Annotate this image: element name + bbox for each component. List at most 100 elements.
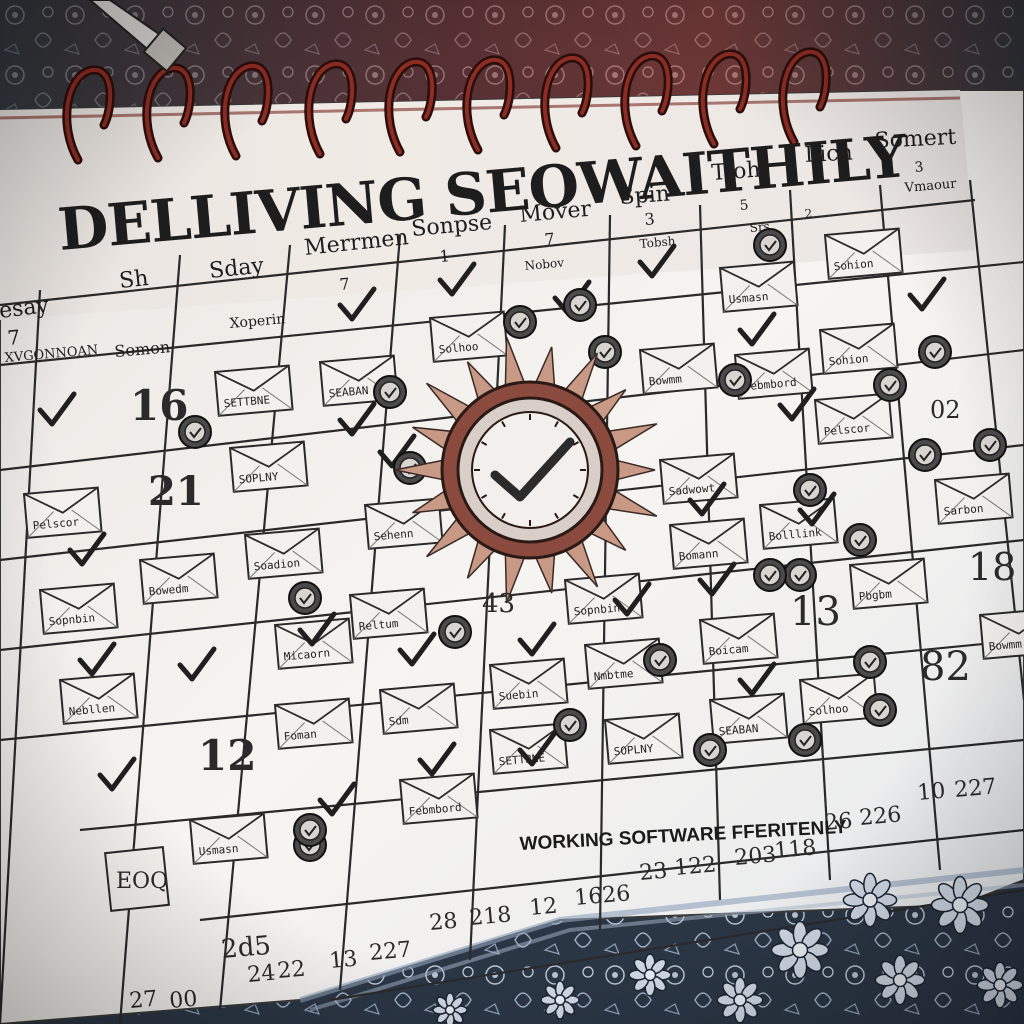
envelope-label: Sdm	[388, 714, 409, 729]
flower-icon	[716, 976, 764, 1024]
pin-icon	[863, 693, 897, 727]
stamp-label: EOQ	[116, 869, 168, 894]
pin-icon	[843, 523, 877, 557]
envelope-icon: SETTBNE	[213, 364, 294, 417]
envelope-icon: Usmasn	[718, 260, 799, 313]
day-number: 18	[968, 545, 1016, 589]
envelope-icon: Reltum	[348, 587, 429, 640]
day-number: 12	[198, 731, 256, 780]
day-number: 16	[130, 381, 188, 430]
envelope-icon: Febmbord	[398, 772, 479, 825]
flower-icon	[770, 920, 830, 980]
cell-text: 2	[804, 206, 813, 221]
envelope-icon: Bowedm	[138, 552, 219, 605]
pin-icon	[718, 363, 752, 397]
cell-text: 3	[644, 209, 656, 229]
bottom-number: 00	[168, 987, 198, 1014]
day-number: 21	[148, 468, 204, 515]
pin-icon	[503, 305, 537, 339]
pin-icon	[563, 288, 597, 322]
pin-icon	[693, 733, 727, 767]
cell-text: 1	[439, 246, 451, 266]
envelope-icon: Sdm	[378, 682, 459, 735]
envelope-icon: Pbgbm	[848, 557, 929, 610]
bottom-number: 122	[673, 852, 717, 881]
pin-icon	[438, 615, 472, 649]
bottom-number: 227	[953, 774, 997, 803]
envelope-icon: Sohion	[823, 227, 904, 280]
bottom-number: 23	[638, 859, 668, 886]
flower-icon	[874, 954, 926, 1006]
envelope-icon: SEABAN	[708, 692, 789, 745]
cell-text: 7	[544, 229, 556, 249]
envelope-icon: Sopnbin	[38, 582, 119, 635]
weekday-label: Lich	[804, 141, 853, 168]
envelope-icon: Pelscor	[22, 486, 103, 539]
pin-icon	[908, 438, 942, 472]
envelope-icon: Suebin	[488, 657, 569, 710]
weekday-label: Sh	[118, 266, 150, 294]
cell-text: 7	[339, 274, 351, 294]
cell-text: 5	[739, 197, 749, 214]
flower-icon	[842, 872, 898, 928]
bottom-number: 226	[858, 802, 902, 831]
day-number: 82	[920, 644, 971, 690]
day-number: 13	[790, 589, 841, 635]
envelope-icon: Sarbon	[933, 472, 1014, 525]
flower-icon	[432, 992, 468, 1024]
pin-icon	[288, 581, 322, 615]
pin-icon	[753, 228, 787, 262]
flower-icon	[976, 961, 1024, 1009]
envelope-icon: Bomann	[668, 517, 749, 570]
envelope-icon: Boicam	[698, 612, 779, 665]
pin-icon	[873, 368, 907, 402]
envelope-icon: Soadion	[243, 527, 324, 580]
calendar-stamp: EOQ	[104, 846, 170, 912]
bottom-number: 218	[468, 902, 512, 931]
bottom-number: 2d5	[220, 931, 272, 965]
flower-icon	[540, 980, 580, 1020]
envelope-icon: Sadwowt	[658, 452, 739, 505]
envelope-icon: Sohion	[818, 322, 899, 375]
bottom-number: 227	[368, 937, 412, 966]
envelope-icon: Nebllen	[58, 672, 139, 725]
day-number: 02	[930, 396, 961, 424]
cell-text: 7	[6, 325, 21, 350]
envelope-icon: SOPLNY	[603, 712, 684, 765]
bottom-number: 22	[276, 957, 306, 984]
cell-text: 3	[914, 159, 924, 176]
pin-icon	[553, 708, 587, 742]
flower-icon	[930, 875, 990, 935]
pin-icon	[643, 643, 677, 677]
pin-icon	[753, 558, 787, 592]
pin-icon	[973, 428, 1007, 462]
pin-icon	[788, 723, 822, 757]
bottom-number: 27	[128, 987, 158, 1014]
weekday-label: Tioh	[711, 158, 762, 186]
envelope-icon: Pelscor	[813, 392, 894, 445]
envelope-icon: Bowmm	[638, 342, 719, 395]
pin-icon	[853, 645, 887, 679]
flower-icon	[628, 953, 672, 997]
calendar-illustration: DELLIVING SEOWAITHILY esaySh SdayMerrmen S…	[0, 0, 1024, 1024]
pin-icon	[783, 558, 817, 592]
envelope-icon: SOPLNY	[228, 440, 309, 493]
envelope-icon: Solhoo	[428, 310, 509, 363]
bottom-number: 24	[246, 961, 276, 988]
pin-icon	[373, 375, 407, 409]
envelope-icon: Usmasn	[188, 812, 269, 865]
bottom-number: 28	[428, 909, 458, 936]
envelope-icon: Foman	[273, 697, 354, 750]
weekday-label: Spin	[619, 182, 671, 210]
envelope-icon: Bowmm	[978, 607, 1024, 660]
weekday-label: Somert	[874, 125, 957, 154]
bottom-number: 203	[733, 842, 777, 871]
pin-icon	[293, 813, 327, 847]
pin-icon	[793, 473, 827, 507]
bottom-number: 13	[328, 947, 358, 974]
pin-icon	[918, 335, 952, 369]
envelope-icon: Sopnbin	[563, 572, 644, 625]
bottom-number: 10	[916, 779, 946, 806]
day-number: 43	[482, 589, 515, 619]
bottom-number: 12	[528, 894, 558, 921]
